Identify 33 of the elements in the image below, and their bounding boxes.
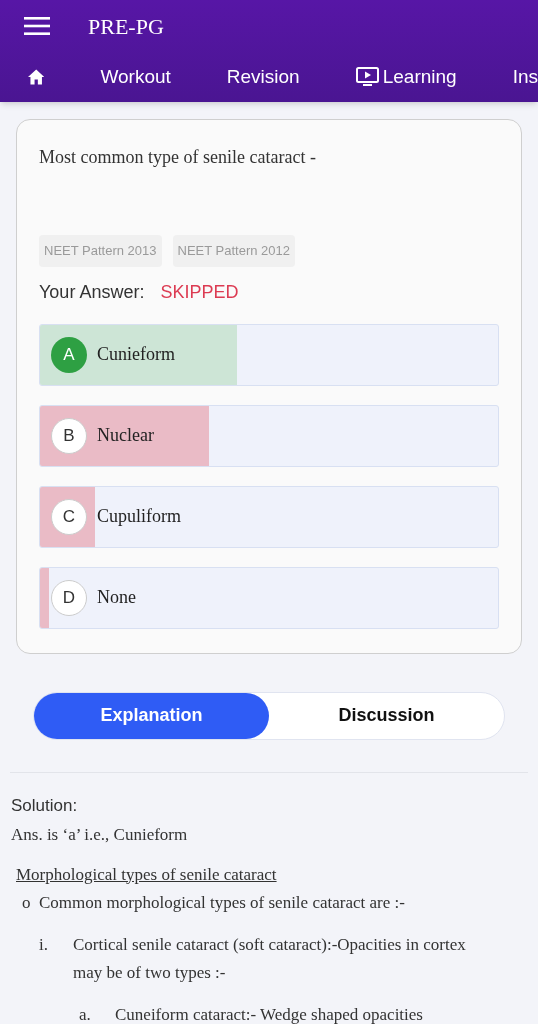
- option-text: None: [97, 586, 136, 609]
- nav-tab[interactable]: Learning: [355, 62, 457, 92]
- solution-text: Common morphological types of senile cataract are :-: [39, 892, 405, 914]
- tag: NEET Pattern 2013: [39, 235, 162, 267]
- solution-text: Cuneiform cataract:- Wedge shaped opacities: [115, 1004, 424, 1024]
- play-screen-icon: [355, 67, 379, 87]
- nav-tab[interactable]: Ins: [512, 62, 538, 92]
- option-letter: D: [51, 579, 87, 616]
- nav-tab[interactable]: Workout: [100, 62, 171, 92]
- option-text: Cupuliform: [97, 505, 181, 528]
- answer-option[interactable]: A Cunieform: [39, 323, 499, 386]
- tag: NEET Pattern 2012: [172, 235, 295, 267]
- answer-option[interactable]: C Cupuliform: [39, 485, 499, 548]
- solution-heading: Solution:: [11, 794, 79, 817]
- list-marker: a.: [79, 1004, 92, 1024]
- menu-icon[interactable]: [24, 17, 50, 35]
- solution-subheading: Morphological types of senile cataract: [16, 863, 277, 886]
- home-icon[interactable]: [28, 68, 45, 86]
- answer-option[interactable]: D None: [39, 566, 499, 629]
- app-title: PRE-PG: [88, 12, 164, 41]
- segment-tab[interactable]: Discussion: [269, 692, 504, 739]
- answer-status: SKIPPED: [160, 280, 239, 304]
- solution-answer: Ans. is ‘a’ i.e., Cunieform: [11, 824, 189, 846]
- list-marker: i.: [39, 934, 49, 956]
- segment-tab[interactable]: Explanation: [34, 692, 269, 739]
- nav-tab[interactable]: Revision: [226, 62, 300, 92]
- solution-text: Cortical senile cataract (soft cataract):-Opacities in cortex may be of two types :-: [73, 934, 467, 984]
- list-marker: o: [22, 892, 32, 914]
- option-text: Cunieform: [97, 343, 175, 366]
- answer-option[interactable]: B Nuclear: [39, 404, 499, 467]
- question-text: Most common type of senile cataract -: [39, 146, 317, 169]
- answer-label: Your Answer:: [39, 280, 145, 304]
- option-text: Nuclear: [97, 424, 154, 447]
